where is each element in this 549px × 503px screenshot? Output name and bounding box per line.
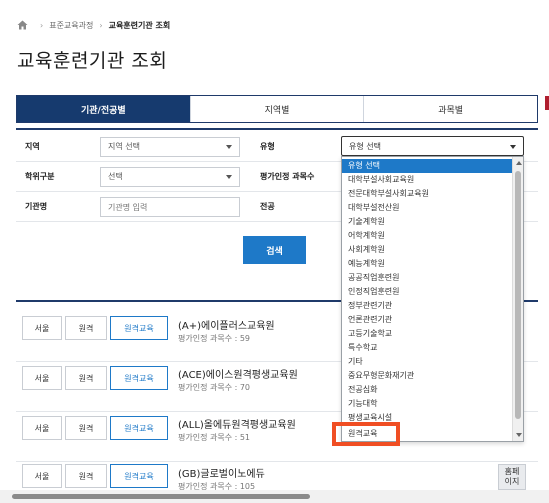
dropdown-option[interactable]: 유형 선택 bbox=[342, 159, 513, 173]
tab-bar: 기관/전공별 지역별 과목별 bbox=[16, 95, 538, 123]
region-select-value: 지역 선택 bbox=[108, 142, 140, 151]
region-chip: 서울 bbox=[22, 366, 62, 390]
accredited-count: 평가인정 과목수 : 51 bbox=[178, 433, 251, 442]
search-button[interactable]: 검색 bbox=[243, 236, 306, 264]
type-dropdown-list: 유형 선택 대학부설사회교육원 전문대학부설사회교육원 대학부설전산원 기술계학… bbox=[341, 156, 524, 442]
dropdown-option[interactable]: 기능대학 bbox=[342, 397, 513, 411]
type-label: 유형 bbox=[260, 142, 275, 151]
type-select-value: 유형 선택 bbox=[349, 141, 381, 151]
org-name-input[interactable] bbox=[100, 197, 240, 217]
dropdown-scrollbar[interactable] bbox=[512, 157, 523, 441]
region-chip: 서울 bbox=[22, 416, 62, 440]
dropdown-option[interactable]: 전문대학부설사회교육원 bbox=[342, 187, 513, 201]
mode-chip: 원격 bbox=[65, 464, 107, 488]
dropdown-option[interactable]: 대학부설전산원 bbox=[342, 201, 513, 215]
category-chip: 원격교육 bbox=[110, 416, 168, 440]
org-name-label: 기관명 bbox=[25, 202, 48, 211]
tab-subject[interactable]: 과목별 bbox=[363, 96, 538, 122]
scrollbar-thumb[interactable] bbox=[12, 494, 310, 499]
tab-region[interactable]: 지역별 bbox=[189, 96, 364, 122]
tab-institution-major[interactable]: 기관/전공별 bbox=[17, 96, 190, 122]
homepage-button[interactable]: 홈페 이지 bbox=[498, 464, 526, 490]
scroll-down-icon[interactable] bbox=[516, 433, 522, 437]
breadcrumb-separator: › bbox=[40, 20, 44, 30]
region-label: 지역 bbox=[25, 142, 40, 151]
degree-select[interactable]: 선택 bbox=[100, 166, 240, 187]
degree-label: 학위구분 bbox=[25, 172, 55, 181]
region-chip: 서울 bbox=[22, 316, 62, 340]
dropdown-option[interactable]: 사회계학원 bbox=[342, 243, 513, 257]
accredited-count: 평가인정 과목수 : 59 bbox=[178, 334, 251, 343]
category-chip: 원격교육 bbox=[110, 366, 168, 390]
chevron-down-icon bbox=[510, 145, 516, 149]
mode-chip: 원격 bbox=[65, 366, 107, 390]
scrollbar-thumb[interactable] bbox=[515, 171, 521, 419]
home-icon[interactable] bbox=[17, 20, 28, 30]
dropdown-option[interactable]: 중요무형문화재기관 bbox=[342, 369, 513, 383]
category-chip: 원격교육 bbox=[110, 464, 168, 488]
institution-name[interactable]: (ACE)에이스원격평생교육원 bbox=[178, 366, 298, 381]
chevron-down-icon bbox=[226, 174, 232, 179]
chevron-down-icon bbox=[226, 144, 232, 149]
region-chip: 서울 bbox=[22, 464, 62, 488]
breadcrumb-level1[interactable]: 표준교육과정 bbox=[49, 20, 93, 31]
mode-chip: 원격 bbox=[65, 316, 107, 340]
page-title: 교육훈련기관 조회 bbox=[17, 50, 168, 72]
breadcrumb-separator: › bbox=[99, 20, 103, 30]
dropdown-option[interactable]: 특수학교 bbox=[342, 341, 513, 355]
institution-name[interactable]: (ALL)올에듀원격평생교육원 bbox=[178, 416, 296, 431]
major-label: 전공 bbox=[260, 202, 275, 211]
institution-name[interactable]: (GB)글로벌이노에듀 bbox=[178, 465, 265, 480]
dropdown-option[interactable]: 대학부설사회교육원 bbox=[342, 173, 513, 187]
accredited-count-label: 평가인정 과목수 bbox=[260, 172, 315, 181]
dropdown-option[interactable]: 예능계학원 bbox=[342, 257, 513, 271]
region-select[interactable]: 지역 선택 bbox=[100, 136, 240, 157]
highlight-box bbox=[332, 422, 400, 446]
dropdown-option[interactable]: 전공심화 bbox=[342, 383, 513, 397]
scroll-up-icon[interactable] bbox=[516, 161, 522, 165]
breadcrumb-current: 교육훈련기관 조회 bbox=[108, 20, 171, 30]
accredited-count: 평가인정 과목수 : 70 bbox=[178, 383, 251, 392]
institution-name[interactable]: (A+)에이플러스교육원 bbox=[178, 317, 275, 332]
mode-chip: 원격 bbox=[65, 416, 107, 440]
dropdown-option[interactable]: 언론관련기관 bbox=[342, 313, 513, 327]
horizontal-scrollbar[interactable] bbox=[0, 490, 549, 503]
dropdown-option[interactable]: 인정직업훈련원 bbox=[342, 285, 513, 299]
dropdown-option[interactable]: 정부관련기관 bbox=[342, 299, 513, 313]
dropdown-option[interactable]: 기타 bbox=[342, 355, 513, 369]
dropdown-option[interactable]: 기술계학원 bbox=[342, 215, 513, 229]
list-item: 서울 원격 원격교육 (GB)글로벌이노에듀 평가인정 과목수 : 105 홈페… bbox=[16, 462, 538, 491]
dropdown-option[interactable]: 고등기술학교 bbox=[342, 327, 513, 341]
degree-select-value: 선택 bbox=[108, 172, 123, 181]
dropdown-option[interactable]: 공공직업훈련원 bbox=[342, 271, 513, 285]
type-select[interactable]: 유형 선택 bbox=[341, 136, 524, 156]
dropdown-option[interactable]: 어학계학원 bbox=[342, 229, 513, 243]
edge-marker bbox=[545, 96, 549, 110]
breadcrumb: › 표준교육과정 › 교육훈련기관 조회 bbox=[17, 18, 170, 32]
category-chip: 원격교육 bbox=[110, 316, 168, 340]
